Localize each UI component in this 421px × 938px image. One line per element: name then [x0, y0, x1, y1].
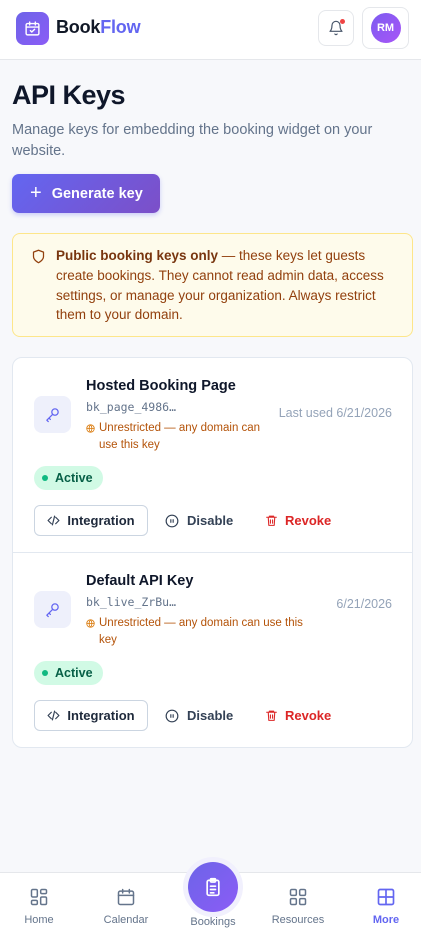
- public-keys-notice: Public booking keys only — these keys le…: [12, 233, 413, 337]
- pause-circle-icon: [165, 514, 179, 527]
- nav-label-more: More: [372, 914, 400, 926]
- shield-icon: [31, 249, 46, 269]
- generate-key-label: Generate key: [51, 185, 143, 202]
- resources-grid-icon: [289, 888, 307, 906]
- plus-icon: +: [30, 181, 42, 204]
- nav-item-resources[interactable]: Resources: [268, 873, 328, 938]
- home-grid-icon: [30, 888, 48, 906]
- integration-button[interactable]: Integration: [34, 700, 148, 731]
- api-key-item: Hosted Booking Page bk_page_4986… Unrest…: [13, 358, 412, 553]
- generate-key-button[interactable]: + Generate key: [12, 174, 160, 213]
- status-label: Active: [55, 471, 93, 485]
- domain-warning: Unrestricted — any domain can use this k…: [86, 420, 266, 454]
- notice-bold: Public booking keys only: [56, 248, 219, 263]
- avatar: RM: [370, 13, 401, 43]
- status-badge: Active: [34, 466, 103, 490]
- more-grid-icon: [377, 888, 395, 906]
- status-badge: Active: [34, 661, 103, 685]
- disable-button[interactable]: Disable: [165, 700, 233, 731]
- page-description: Manage keys for embedding the booking wi…: [12, 122, 373, 159]
- last-used: Last used 6/21/2026: [278, 406, 392, 420]
- disable-label: Disable: [187, 513, 234, 528]
- integration-label: Integration: [67, 513, 135, 528]
- nav-label-resources: Resources: [271, 914, 325, 926]
- notice-text: Public booking keys only — these keys le…: [56, 246, 404, 325]
- top-bar: BookFlow RM: [0, 0, 421, 60]
- nav-item-home[interactable]: Home: [19, 873, 59, 938]
- globe-icon: [86, 619, 95, 628]
- domain-warning-text: Unrestricted — any domain can use this k…: [99, 617, 303, 646]
- page-title: API Keys: [12, 80, 126, 110]
- integration-label: Integration: [67, 708, 135, 723]
- code-icon: [47, 515, 60, 526]
- nav-item-bookings[interactable]: [188, 862, 238, 912]
- trash-icon: [266, 710, 277, 721]
- pause-circle-icon: [165, 709, 179, 722]
- integration-button[interactable]: Integration: [34, 505, 148, 536]
- revoke-button[interactable]: Revoke: [265, 700, 331, 731]
- key-code[interactable]: bk_page_4986…: [86, 400, 176, 414]
- api-key-item: Default API Key bk_live_ZrBu… Unrestrict…: [13, 553, 412, 748]
- revoke-label: Revoke: [285, 513, 332, 528]
- brand-name-part2: Flow: [100, 17, 141, 37]
- code-icon: [47, 710, 60, 721]
- disable-label: Disable: [187, 708, 234, 723]
- domain-warning-text: Unrestricted — any domain can use this k…: [99, 422, 261, 451]
- disable-button[interactable]: Disable: [165, 505, 233, 536]
- key-name: Default API Key: [86, 573, 194, 589]
- clipboard-icon: [206, 877, 220, 897]
- domain-warning: Unrestricted — any domain can use this k…: [86, 615, 316, 649]
- status-dot: [42, 670, 48, 676]
- nav-item-more[interactable]: More: [366, 873, 406, 938]
- last-used: 6/21/2026: [336, 597, 392, 611]
- api-keys-list: Hosted Booking Page bk_page_4986… Unrest…: [12, 357, 413, 748]
- calendar-icon: [117, 888, 135, 906]
- status-dot: [42, 475, 48, 481]
- key-code[interactable]: bk_live_ZrBu…: [86, 595, 176, 609]
- revoke-label: Revoke: [285, 708, 332, 723]
- user-menu-button[interactable]: RM: [362, 7, 409, 49]
- key-icon: [34, 396, 71, 433]
- nav-item-calendar[interactable]: Calendar: [101, 873, 151, 938]
- key-name: Hosted Booking Page: [86, 378, 236, 394]
- nav-label-calendar: Calendar: [103, 914, 149, 926]
- nav-label-home: Home: [24, 914, 54, 926]
- brand-name-part1: Book: [56, 17, 101, 37]
- revoke-button[interactable]: Revoke: [265, 505, 331, 536]
- nav-label-bookings: Bookings: [190, 916, 236, 928]
- brand-name[interactable]: BookFlow: [56, 17, 141, 38]
- notification-dot: [340, 19, 345, 24]
- globe-icon: [86, 424, 95, 433]
- key-icon: [34, 591, 71, 628]
- trash-icon: [266, 515, 277, 526]
- logo-calendar-icon[interactable]: [16, 12, 49, 45]
- status-label: Active: [55, 666, 93, 680]
- notifications-button[interactable]: [318, 10, 354, 46]
